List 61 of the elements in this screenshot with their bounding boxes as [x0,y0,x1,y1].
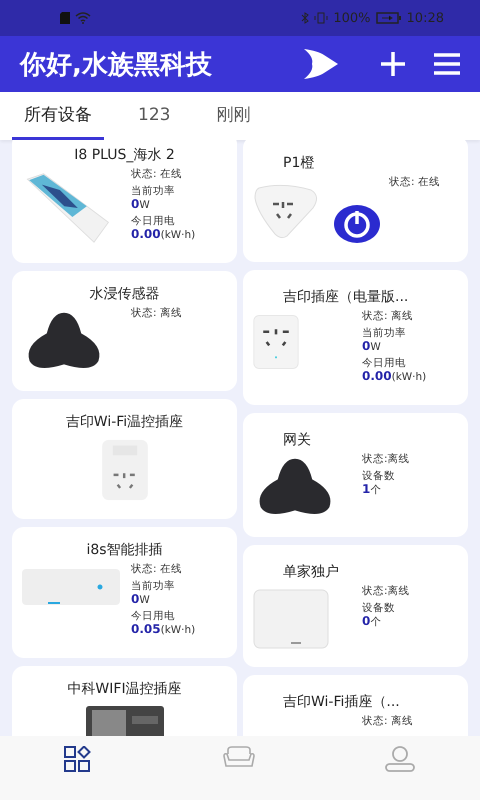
device-card[interactable]: 吉印Wi-Fi温控插座 [12,398,237,519]
device-status: 状态: 在线 [131,168,183,181]
device-card[interactable]: 吉印Wi-Fi插座（... 状态: 离线 [243,674,468,736]
metric-value: 0.00(kW·h) [362,369,428,384]
smart-plug-drawing [253,314,299,370]
device-name: 单家独户 [282,562,340,581]
wifi-icon [75,12,91,24]
metric-label: 今日用电 [131,610,176,622]
metric-label: 今日用电 [131,214,176,228]
device-name: 水浸传感器 [88,284,160,303]
device-name: i8s智能排插 [85,540,164,559]
metric-label: 当前功率 [131,184,176,198]
metric-value: 0W [131,592,151,607]
metric-value: 1个 [362,482,382,497]
device-status: 状态: 在线 [389,176,441,189]
device-card[interactable]: 单家独户 状态:离线 设备数 0个 [243,544,468,667]
sim-icon [60,12,70,24]
device-card[interactable]: 水浸传感器 状态: 离线 [12,270,237,391]
bluetooth-icon [301,12,310,24]
device-status: 状态: 在线 [131,562,183,576]
metric-value: 0.05(kW·h) [131,622,196,637]
fish-logo-icon [304,47,340,81]
device-status: 状态:离线 [362,584,411,598]
device-name: 中科WIFI温控插座 [66,680,183,698]
device-name: 吉印插座（电量版... [282,288,410,306]
power-button-icon[interactable] [333,204,381,244]
device-card[interactable]: I8 PLUS_海水 2 状态: 在线 当前功率 0W 今日用电 0.00(kW·h) [12,140,237,263]
device-card[interactable]: 吉印插座（电量版... 状态: 离线 当前功率 0W 今日用电 0.00(kW·h) [243,270,468,405]
device-status: 状态: 离线 [362,714,414,728]
metric-label: 当前功率 [362,326,407,340]
battery-icon [376,12,402,24]
device-name: 吉印Wi-Fi温控插座 [64,412,184,431]
thermostat-plug-drawing [100,438,148,501]
device-status: 状态:离线 [362,452,411,466]
metric-label: 今日用电 [362,356,407,370]
device-card[interactable]: 中科WIFI温控插座 [12,666,237,736]
metric-value: 0个 [362,614,382,629]
metric-label: 当前功率 [131,580,176,592]
device-name: P1橙 [282,154,316,172]
device-tab[interactable]: 123 [126,92,182,140]
device-status: 状态: 离线 [362,310,414,323]
device-name: 吉印Wi-Fi插座（... [282,692,401,711]
device-name: 网关 [282,430,312,449]
menu-icon [434,53,460,75]
metric-label: 设备数 [362,470,396,482]
vibrate-icon [314,12,328,24]
device-name: I8 PLUS_海水 2 [73,146,176,164]
smart-plug-drawing [253,184,319,240]
device-card[interactable]: 网关 状态:离线 设备数 1个 [243,412,468,537]
metric-value: 0W [131,197,151,212]
metric-value: 0.00(kW·h) [131,227,196,242]
device-status: 状态: 离线 [131,306,183,320]
metric-value: 0W [362,339,382,354]
plus-icon [380,51,406,77]
metric-label: 设备数 [362,602,396,614]
clock: 10:28 [406,10,444,26]
device-card[interactable]: i8s智能排插 状态: 在线 当前功率 0W 今日用电 0.05(kW·h) [12,526,237,658]
device-tab[interactable]: 刚刚 [204,92,262,140]
greeting-title: 你好,水族黑科技 [20,48,213,82]
device-card[interactable]: P1橙 状态: 在线 [243,140,468,262]
battery-percent: 100% [333,10,371,26]
